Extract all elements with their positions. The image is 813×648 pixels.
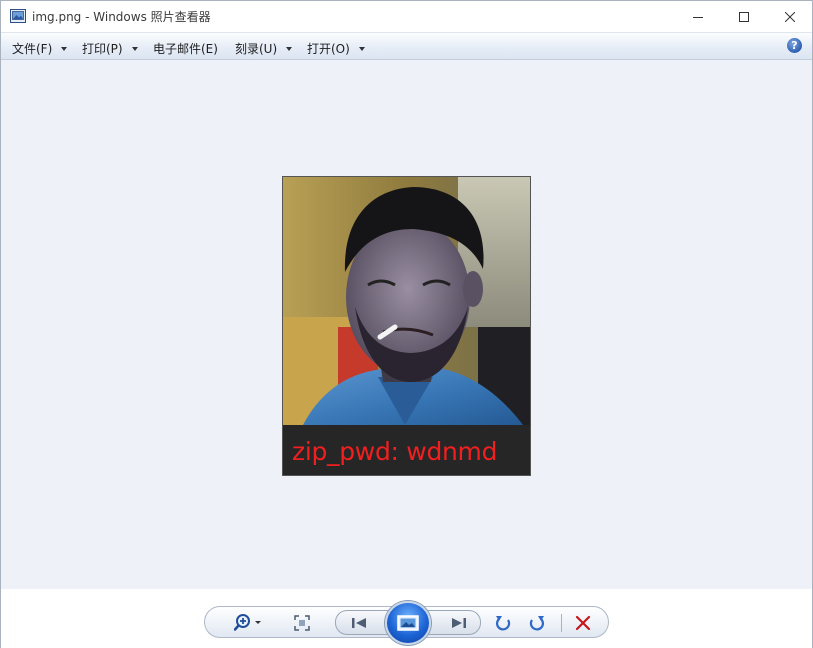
bottom-toolbar (1, 589, 812, 648)
menu-email-label: 电子邮件(E) (153, 42, 218, 56)
close-button[interactable] (767, 1, 813, 32)
photo-viewer-window: img.png - Windows 照片查看器 文件(F) 打印(P) 电子邮件… (0, 0, 813, 648)
control-bar (204, 601, 609, 645)
maximize-button[interactable] (721, 1, 767, 32)
previous-icon (352, 617, 366, 628)
next-button[interactable] (438, 612, 478, 633)
photo-viewer-app-icon (10, 9, 26, 23)
menu-bar: 文件(F) 打印(P) 电子邮件(E) 刻录(U) 打开(O) ? (1, 32, 812, 60)
slideshow-button[interactable] (385, 601, 431, 645)
menu-file-label: 文件(F) (12, 42, 53, 56)
rotate-clockwise-button[interactable] (526, 612, 548, 634)
zoom-icon (234, 614, 261, 631)
maximize-icon (739, 11, 749, 22)
chevron-down-icon (286, 46, 293, 51)
next-icon (452, 617, 466, 628)
menu-open[interactable]: 打开(O) (307, 40, 365, 57)
previous-button[interactable] (340, 612, 380, 633)
displayed-photo: zip_pwd: wdnmd (282, 176, 531, 476)
zoom-button[interactable] (231, 612, 267, 634)
actual-size-icon (294, 615, 310, 631)
minimize-button[interactable] (675, 1, 721, 32)
image-caption: zip_pwd: wdnmd (292, 437, 498, 466)
close-icon (785, 11, 795, 22)
minimize-icon (693, 16, 703, 18)
menu-file[interactable]: 文件(F) (12, 40, 68, 57)
photo-image (283, 177, 530, 475)
actual-size-button[interactable] (291, 613, 313, 633)
delete-icon (575, 615, 591, 631)
chevron-down-icon (358, 46, 365, 51)
menu-email[interactable]: 电子邮件(E) (153, 40, 218, 57)
rotate-counterclockwise-icon (496, 616, 511, 631)
window-title: img.png - Windows 照片查看器 (32, 10, 211, 24)
menu-open-label: 打开(O) (307, 42, 350, 56)
menu-burn-label: 刻录(U) (235, 42, 278, 56)
chevron-down-icon (61, 46, 68, 51)
slideshow-icon (397, 615, 419, 631)
menu-print-label: 打印(P) (82, 42, 123, 56)
title-bar[interactable]: img.png - Windows 照片查看器 (1, 1, 812, 32)
toolbar-divider (561, 614, 562, 632)
help-icon[interactable]: ? (787, 38, 802, 53)
menu-burn[interactable]: 刻录(U) (235, 40, 293, 57)
rotate-counterclockwise-button[interactable] (492, 612, 514, 634)
rotate-clockwise-icon (529, 616, 544, 631)
image-viewer-area[interactable]: zip_pwd: wdnmd (1, 61, 812, 589)
chevron-down-icon (131, 46, 138, 51)
delete-button[interactable] (571, 612, 595, 634)
menu-print[interactable]: 打印(P) (82, 40, 138, 57)
